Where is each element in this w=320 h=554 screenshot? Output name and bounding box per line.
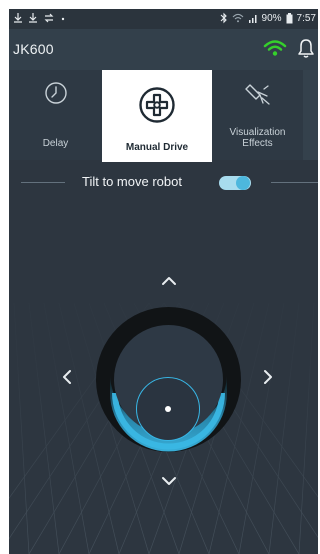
tab-manual-drive[interactable]: Manual Drive	[102, 70, 212, 162]
divider-right	[271, 182, 318, 183]
toggle-knob	[236, 176, 250, 190]
battery-percent: 90%	[261, 12, 282, 24]
mode-tabs: Delay Manual Drive Visualization Effects	[9, 70, 318, 162]
timer-icon	[44, 82, 67, 104]
sparkle-icon	[244, 84, 270, 105]
status-time: 7:57	[296, 12, 316, 24]
sync-icon	[44, 13, 54, 23]
knob-center-dot	[165, 406, 171, 412]
battery-icon	[286, 12, 293, 23]
tab-delay-label: Delay	[42, 138, 69, 149]
tilt-label: Tilt to move robot	[82, 174, 182, 189]
up-arrow-icon[interactable]	[155, 267, 183, 295]
wifi-icon	[232, 13, 243, 23]
joystick-knob[interactable]	[136, 377, 200, 441]
tab-delay[interactable]: Delay	[9, 70, 102, 160]
status-left-icons	[13, 12, 66, 24]
joystick-area[interactable]	[9, 193, 318, 554]
app-screen: 90% 7:57 JK600 Delay Manual Drive Visual…	[9, 9, 318, 554]
wifi-connected-icon[interactable]	[263, 39, 287, 57]
left-arrow-icon[interactable]	[53, 363, 81, 391]
tab-visualization-effects-label: Visualization Effects	[229, 127, 286, 149]
download-icon	[29, 13, 37, 23]
download-icon	[14, 13, 22, 23]
gamepad-icon	[139, 87, 175, 123]
status-bar: 90% 7:57	[9, 9, 318, 29]
tab-manual-drive-label: Manual Drive	[125, 142, 189, 153]
tab-overflow-edge[interactable]	[303, 70, 318, 160]
bluetooth-icon	[220, 12, 227, 24]
signal-icon	[248, 15, 257, 23]
joystick[interactable]	[96, 307, 241, 452]
status-right-icons: 90% 7:57	[220, 12, 316, 24]
tilt-toggle[interactable]	[219, 176, 251, 190]
divider-left	[21, 182, 65, 183]
right-arrow-icon[interactable]	[254, 363, 282, 391]
bell-icon[interactable]	[297, 38, 315, 60]
app-bar: JK600	[9, 29, 318, 70]
dot-icon	[61, 17, 65, 21]
app-title: JK600	[13, 41, 54, 57]
tilt-control-row: Tilt to move robot	[9, 171, 318, 193]
tab-visualization-effects[interactable]: Visualization Effects	[212, 70, 303, 160]
down-arrow-icon[interactable]	[155, 467, 183, 495]
